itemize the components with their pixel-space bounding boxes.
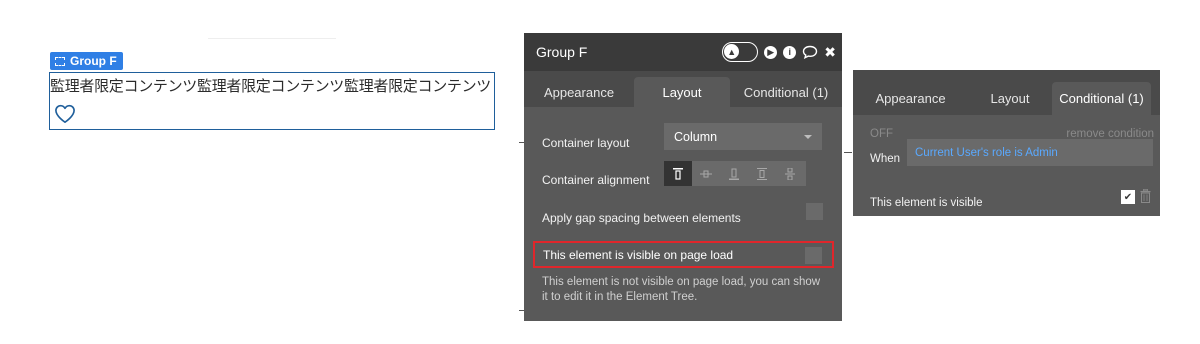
- visible-on-load-checkbox[interactable]: [805, 247, 822, 264]
- conditional-panel: Appearance Layout Conditional (1) OFF re…: [853, 70, 1160, 216]
- panel-header: Group F ▲ ▶ i ✖: [524, 33, 842, 71]
- property-checkbox[interactable]: ✔: [1121, 190, 1135, 204]
- gap-spacing-label: Apply gap spacing between elements: [542, 211, 741, 225]
- chevron-down-icon: [804, 134, 812, 139]
- when-row: When Current User's role is Admin: [853, 139, 1160, 166]
- trash-icon[interactable]: [1140, 189, 1151, 203]
- tab-layout[interactable]: Layout: [968, 82, 1052, 115]
- tab-appearance[interactable]: Appearance: [524, 77, 634, 107]
- off-label: OFF: [870, 128, 893, 140]
- group-tag-label: Group F: [70, 54, 117, 68]
- align-center-icon[interactable]: [692, 161, 720, 186]
- group-icon: [55, 56, 65, 66]
- connector-line: [844, 152, 852, 153]
- visibility-note: This element is not visible on page load…: [542, 276, 821, 303]
- group-text: 監理者限定コンテンツ監理者限定コンテンツ監理者限定コンテンツ: [50, 78, 492, 95]
- divider: [208, 38, 336, 39]
- heart-icon[interactable]: [54, 104, 76, 124]
- align-distribute-icon[interactable]: [776, 161, 804, 186]
- group-f-container[interactable]: 監理者限定コンテンツ監理者限定コンテンツ監理者限定コンテンツ: [49, 72, 495, 130]
- tab-conditional[interactable]: Conditional (1): [730, 77, 842, 107]
- close-icon[interactable]: ✖: [824, 44, 836, 61]
- group-tag[interactable]: Group F: [50, 52, 123, 70]
- alignment-buttons: [664, 161, 806, 186]
- container-layout-label: Container layout: [542, 136, 630, 150]
- editor-tabs: Appearance Layout Conditional (1): [524, 71, 842, 107]
- panel-title: Group F: [536, 44, 588, 60]
- lock-toggle[interactable]: ▲: [722, 42, 759, 62]
- play-icon[interactable]: ▶: [764, 45, 778, 59]
- info-icon[interactable]: i: [783, 45, 797, 59]
- lock-icon: ▲: [724, 44, 740, 59]
- container-layout-value: Column: [674, 129, 718, 144]
- container-layout-row: Container layout Column: [524, 123, 842, 150]
- tab-layout[interactable]: Layout: [634, 77, 730, 107]
- gap-spacing-checkbox[interactable]: [806, 203, 823, 220]
- visible-on-load-row: This element is visible on page load: [533, 241, 834, 268]
- conditional-tabs: Appearance Layout Conditional (1): [853, 70, 1160, 115]
- align-top-icon[interactable]: [664, 161, 692, 186]
- visible-on-load-label: This element is visible on page load: [543, 247, 734, 262]
- gap-spacing-row: Apply gap spacing between elements: [524, 203, 842, 225]
- property-label: This element is visible: [870, 197, 983, 209]
- align-bottom-icon[interactable]: [720, 161, 748, 186]
- tab-conditional[interactable]: Conditional (1): [1052, 82, 1151, 115]
- container-alignment-label: Container alignment: [542, 173, 650, 187]
- condition-expression[interactable]: Current User's role is Admin: [907, 139, 1153, 166]
- align-stretch-icon[interactable]: [748, 161, 776, 186]
- property-row: This element is visible ✔: [853, 189, 1160, 209]
- tab-appearance[interactable]: Appearance: [853, 82, 968, 115]
- when-label: When: [870, 153, 901, 165]
- container-layout-select[interactable]: Column: [664, 123, 822, 150]
- condition-expression-text: Current User's role is Admin: [915, 146, 1058, 159]
- container-alignment-row: Container alignment: [524, 161, 842, 187]
- property-editor: Group F ▲ ▶ i ✖ Appearance Layout Condit…: [524, 33, 842, 321]
- comment-icon[interactable]: [802, 45, 818, 59]
